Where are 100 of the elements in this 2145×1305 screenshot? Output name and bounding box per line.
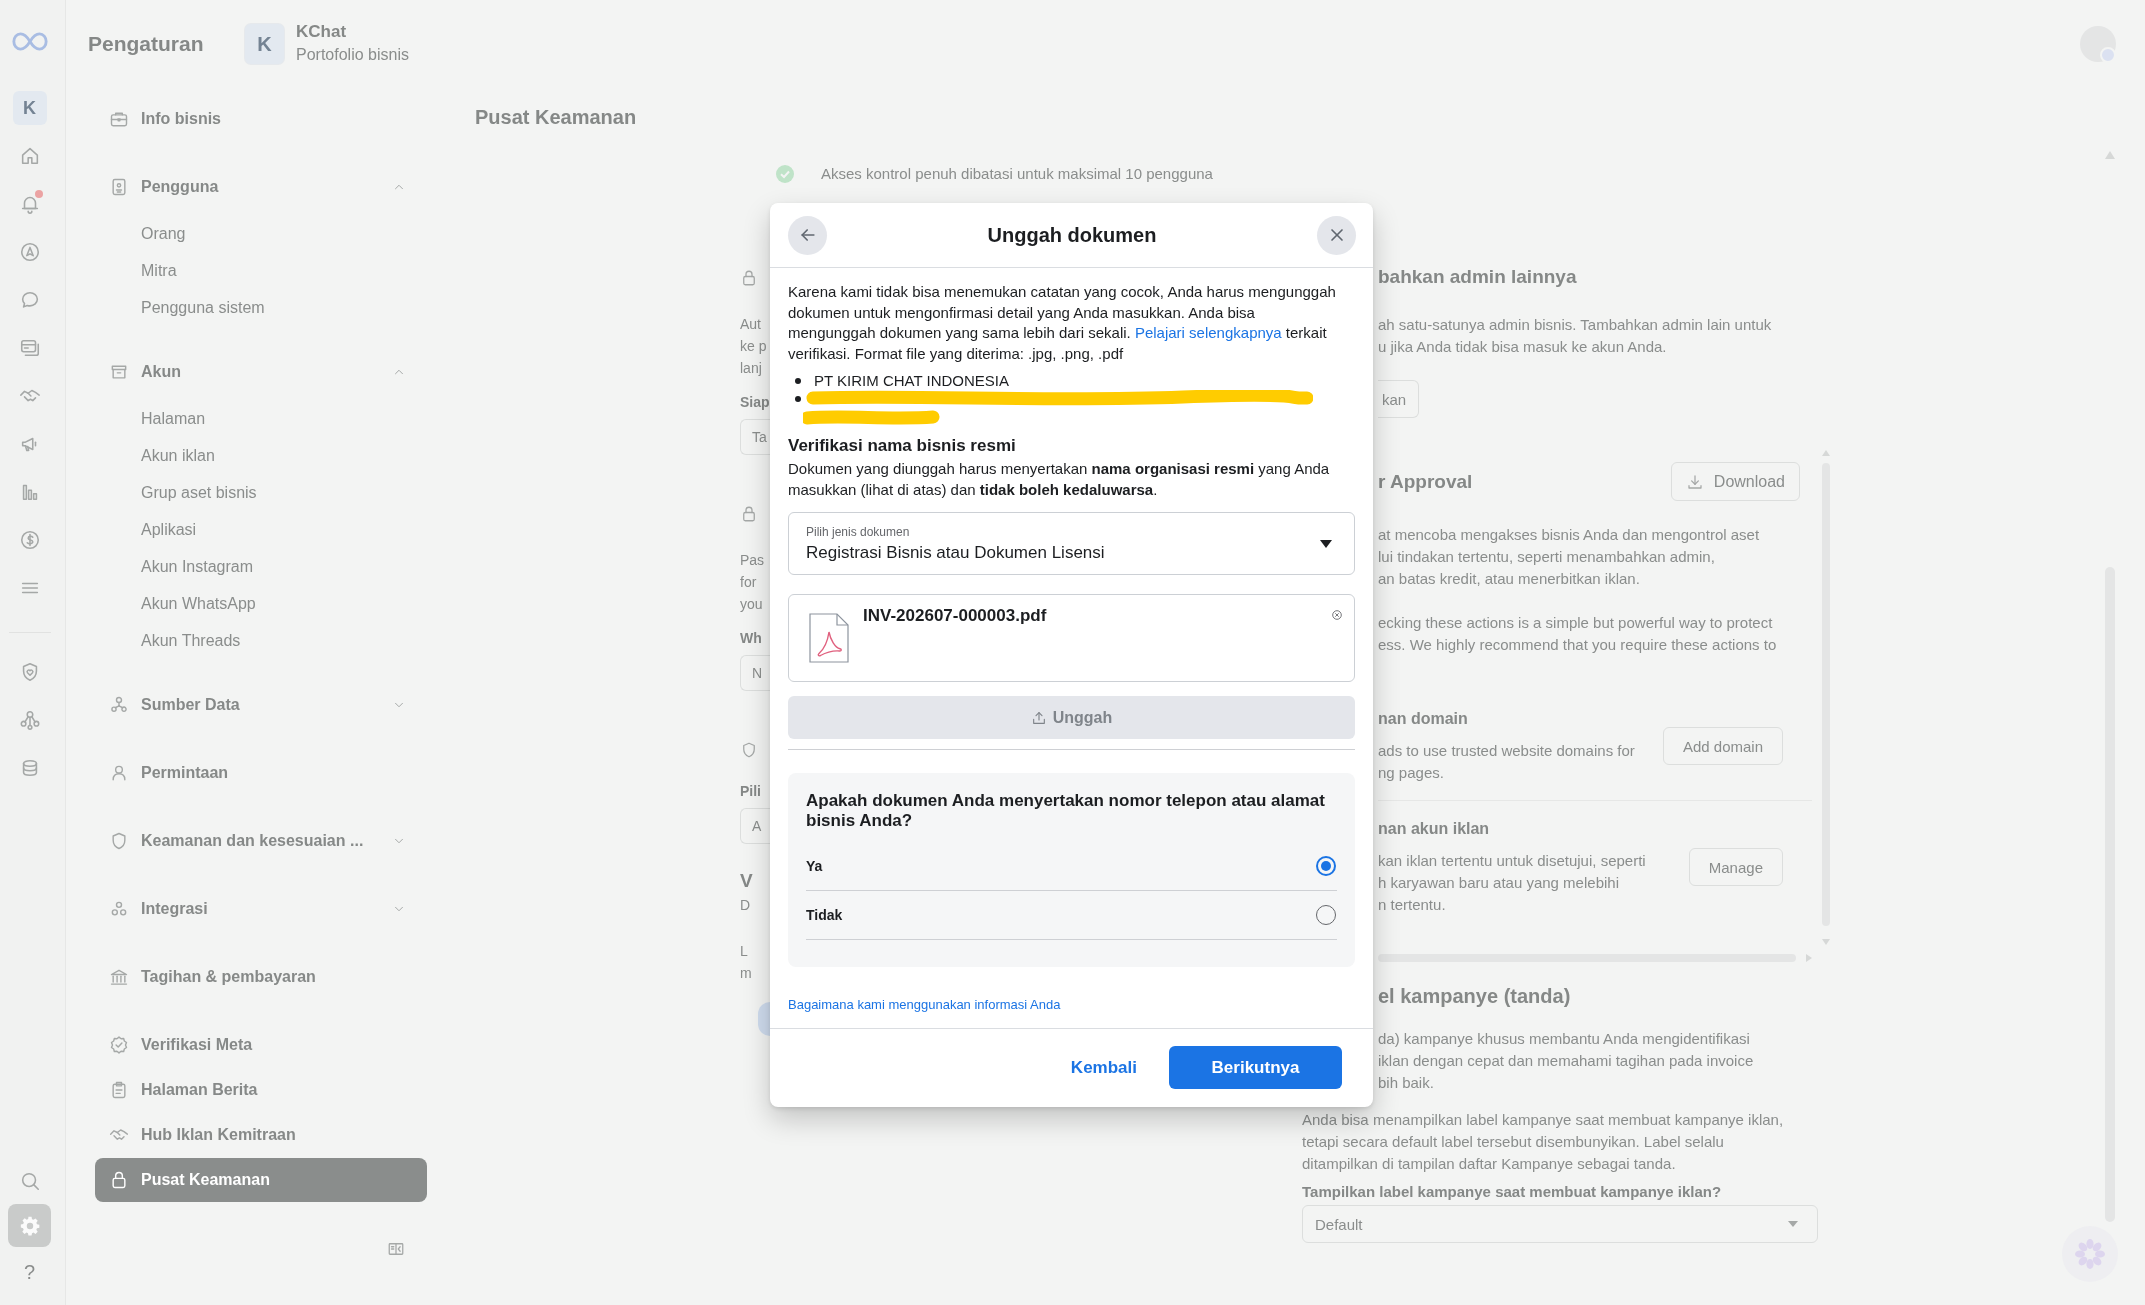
- nav-subitem[interactable]: Akun Instagram: [95, 548, 427, 585]
- back-button[interactable]: [788, 215, 827, 255]
- pdf-file-icon: [809, 613, 849, 663]
- nav-item[interactable]: Permintaan: [95, 751, 427, 795]
- radio-option[interactable]: Ya: [806, 842, 1337, 891]
- intro-text: Karena kami tidak bisa menemukan catatan yang cocok, Anda harus mengunggah dokumen untuk mengonfirmasi detail yang Anda masukkan. Anda bisa mengunggah dokumen yang sama lebih dari sekali. Pelajari selengkapnya terkait verifikasi. Format file yang diterima: .jpg, .png, .pdf: [788, 282, 1337, 364]
- radio-option[interactable]: Tidak: [806, 891, 1337, 940]
- portfolio-avatar[interactable]: K: [245, 24, 284, 64]
- dollar-icon[interactable]: [18, 529, 41, 551]
- field-label: Siap: [740, 393, 770, 412]
- upload-icon: [1030, 709, 1047, 726]
- settings-icon: [18, 1214, 41, 1237]
- business-detail: PT KIRIM CHAT INDONESIA: [814, 372, 1010, 390]
- bullet-icon: [795, 396, 801, 402]
- notice-text: Akses kontrol penuh dibatasi untuk maksimal 10 pengguna: [821, 164, 1213, 184]
- card-text: L m: [740, 942, 752, 983]
- nav-subitem[interactable]: Aplikasi: [95, 511, 427, 548]
- nav-item[interactable]: Verifikasi Meta: [95, 1023, 427, 1067]
- nav-item[interactable]: Integrasi: [95, 887, 427, 931]
- nav-subitem[interactable]: Mitra: [95, 252, 427, 289]
- scroll-up-arrow-icon[interactable]: [2105, 151, 2115, 159]
- close-button[interactable]: [1317, 215, 1356, 255]
- shield-icon: [109, 831, 129, 851]
- round-button[interactable]: [758, 1002, 770, 1036]
- account-avatar[interactable]: K: [12, 91, 47, 125]
- briefcase-icon: [109, 109, 129, 129]
- card-text: D: [740, 896, 751, 915]
- dialog-title: Unggah dokumen: [986, 223, 1158, 247]
- cards-icon[interactable]: [18, 337, 41, 359]
- check-circle-icon: [776, 165, 794, 183]
- nav-subitem[interactable]: Akun iklan: [95, 437, 427, 474]
- profile-avatar[interactable]: [2078, 24, 2118, 64]
- scroll-right-arrow-icon[interactable]: [1806, 954, 1812, 962]
- select-value: Registrasi Bisnis atau Dokumen Lisensi: [806, 541, 1105, 564]
- network-icon[interactable]: [18, 709, 41, 731]
- select-label: Pilih jenis dokumen: [806, 523, 910, 540]
- card-text: Pas for you: [740, 551, 765, 614]
- caret-icon: [1320, 539, 1332, 548]
- radio-button[interactable]: [1316, 856, 1336, 876]
- badge-check-icon: [109, 1035, 129, 1055]
- scroll-up-arrow-icon[interactable]: [1822, 450, 1830, 456]
- nav-subitem[interactable]: Pengguna sistem: [95, 289, 427, 326]
- loading-spinner-icon: [2062, 1226, 2118, 1282]
- nav-subitem[interactable]: Halaman: [95, 400, 427, 437]
- lock-icon: [740, 504, 758, 524]
- nav-item[interactable]: Tagihan & pembayaran: [95, 955, 427, 999]
- nav-item[interactable]: Hub Iklan Kemitraan: [95, 1113, 427, 1157]
- field-label: Pili: [740, 782, 761, 801]
- scroll-down-arrow-icon[interactable]: [1822, 939, 1830, 945]
- download-button[interactable]: Download: [1670, 462, 1800, 501]
- nav-item[interactable]: Sumber Data: [95, 683, 427, 727]
- field-label: Tampilkan label kampanye saat membuat kampanye iklan?: [1302, 1182, 1722, 1202]
- setting-text: ads to use trusted website domains for ng pages.: [1378, 741, 1635, 783]
- compass-icon[interactable]: [18, 241, 41, 263]
- sidebar-toggle-icon[interactable]: [387, 1240, 405, 1258]
- setting-button[interactable]: Manage: [1688, 848, 1783, 886]
- section-heading: el kampanye (tanda): [1378, 984, 1571, 1009]
- back-text-button[interactable]: Kembali: [1054, 1046, 1153, 1089]
- requirement-text: Dokumen yang diunggah harus menyertakan nama organisasi resmi yang Anda masukkan (lihat di atas) dan tidak boleh kedaluwarsa.: [788, 459, 1331, 500]
- nav-item[interactable]: Halaman Berita: [95, 1068, 427, 1112]
- learn-more-link[interactable]: Pelajari selengkapnya: [1134, 324, 1282, 341]
- page-title: Pengaturan: [88, 32, 205, 56]
- card-heading: V: [740, 869, 753, 893]
- section-heading: r Approval: [1378, 469, 1473, 494]
- nav-item[interactable]: Pusat Keamanan: [95, 1158, 427, 1202]
- privacy-link[interactable]: Bagaimana kami menggunakan informasi Anda: [788, 996, 1061, 1014]
- nav-subitem[interactable]: Grup aset bisnis: [95, 474, 427, 511]
- setting-text: kan iklan tertentu untuk disetujui, seperti h karyawan baru atau yang melebihi n tertentu.: [1378, 851, 1646, 915]
- label-display-select[interactable]: Default: [1302, 1205, 1818, 1243]
- add-admin-button[interactable]: kan: [1378, 380, 1420, 418]
- scrollbar-thumb[interactable]: [1378, 954, 1796, 962]
- setting-button[interactable]: Add domain: [1662, 727, 1783, 765]
- logo-icon[interactable]: [10, 30, 49, 53]
- portfolio-type: Portofolio bisnis: [296, 45, 409, 65]
- file-name: INV-202607-000003.pdf: [863, 605, 1048, 627]
- help-button[interactable]: ?: [23, 1250, 36, 1294]
- nav-subitem[interactable]: Akun Threads: [95, 622, 427, 659]
- section-title: Pusat Keamanan: [475, 105, 638, 130]
- clipboard-icon: [109, 1080, 129, 1100]
- lock-icon: [109, 1170, 129, 1190]
- section-text: da) kampanye khusus membantu Anda mengidentifikasi iklan dengan cepat dan memahami tagihan pada invoice bih baik.: [1378, 1029, 1754, 1093]
- remove-file-icon[interactable]: [1332, 610, 1342, 620]
- next-button[interactable]: Berikutnya: [1169, 1046, 1342, 1089]
- archive-box-icon: [109, 362, 129, 382]
- section-text: Anda bisa menampilkan label kampanye saat membuat kampanye iklan, tetapi secara default label tersebut disembunyikan. Label selalu ditampilkan di tampilan daftar Kampanye sebagai tanda.: [1302, 1110, 1784, 1174]
- nav-item[interactable]: Keamanan dan kesesuaian ...: [95, 819, 427, 863]
- nav-subitem[interactable]: Orang: [95, 215, 427, 252]
- question-text: Apakah dokumen Anda menyertakan nomor telepon atau alamat bisnis Anda?: [806, 791, 1326, 831]
- nav-item[interactable]: Pengguna: [95, 165, 427, 209]
- bank-icon: [109, 967, 129, 987]
- nav-item[interactable]: Info bisnis: [95, 97, 427, 141]
- settings-button[interactable]: [8, 1204, 51, 1247]
- nodes-icon: [109, 695, 129, 715]
- bullet-icon: [795, 378, 801, 384]
- section-text: ecking these actions is a simple but powerful way to protect ess. We highly recommend that you require these actions to: [1378, 613, 1778, 655]
- nav-subitem[interactable]: Akun WhatsApp: [95, 585, 427, 622]
- nav-item[interactable]: Akun: [95, 350, 427, 394]
- section-heading: Verifikasi nama bisnis resmi: [788, 435, 1017, 457]
- setting-heading: nan akun iklan: [1378, 819, 1491, 839]
- document-type-select[interactable]: Pilih jenis dokumen Registrasi Bisnis atau Dokumen Lisensi: [788, 512, 1355, 575]
